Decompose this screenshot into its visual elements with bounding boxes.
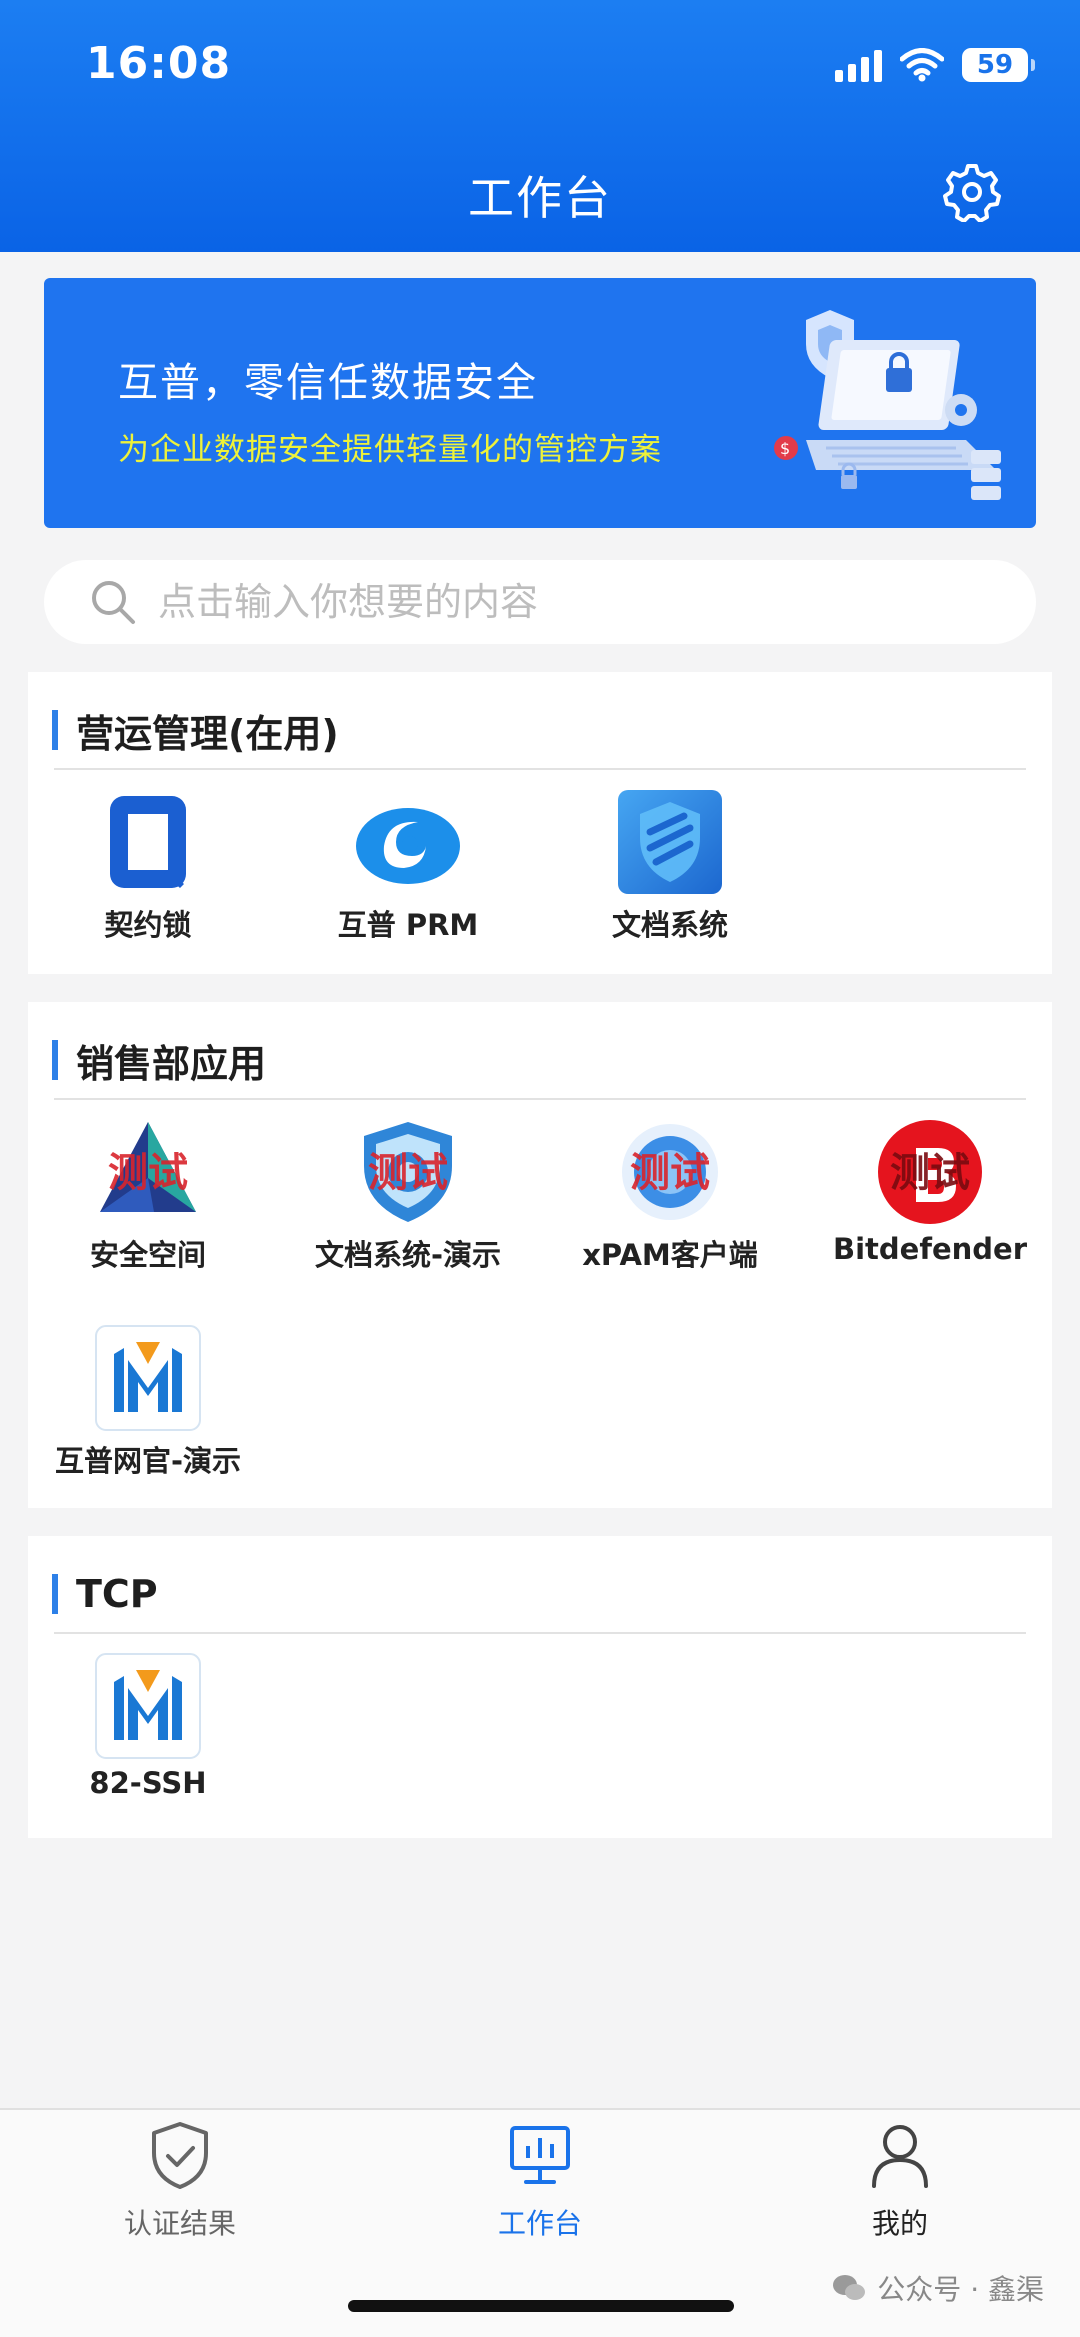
test-badge: 测试 <box>108 1150 188 1196</box>
section-title: 营运管理(在用) <box>76 711 339 756</box>
page-title: 工作台 <box>468 171 612 225</box>
banner-subtitle: 为企业数据安全提供轻量化的管控方案 <box>118 432 662 468</box>
wifi-icon <box>900 48 944 82</box>
app-label: 安全空间 <box>89 1238 206 1272</box>
test-badge: 测试 <box>890 1150 970 1196</box>
status-time: 16:08 <box>86 38 232 89</box>
app-label: 互普 PRM <box>337 908 479 942</box>
triangle-logo-icon: 测试 <box>94 1118 202 1226</box>
app-bitdefender[interactable]: 测试 Bitdefender <box>830 1118 1030 1266</box>
section-tcp: TCP 82-SSH <box>28 1536 1052 1838</box>
app-label: 文档系统-演示 <box>314 1238 502 1272</box>
app-label: 互普网官-演示 <box>54 1444 242 1478</box>
search-icon <box>92 581 135 624</box>
tab-auth-results[interactable]: 认证结果 <box>70 2110 290 2242</box>
shield-check-icon <box>152 2122 208 2189</box>
status-icons: 59 <box>835 48 1035 82</box>
shield-logo-icon: 测试 <box>354 1118 462 1226</box>
test-badge: 测试 <box>368 1150 448 1196</box>
tab-workbench[interactable]: 工作台 <box>430 2110 650 2242</box>
section-accent-bar <box>52 1040 58 1080</box>
section-header: 营运管理(在用) <box>52 708 339 756</box>
section-title: 销售部应用 <box>76 1041 267 1086</box>
search-input[interactable] <box>158 580 958 624</box>
section-operations: 营运管理(在用) 契约锁 互普 PRM 文档系统 <box>28 672 1052 974</box>
app-xpam-client[interactable]: 测试 xPAM客户端 <box>570 1118 770 1274</box>
contract-lock-icon <box>94 788 202 896</box>
app-label: 契约锁 <box>104 908 192 942</box>
app-hupu-gateway-demo[interactable]: 互普网官-演示 <box>48 1324 248 1480</box>
section-header: TCP <box>52 1572 158 1616</box>
header: 16:08 59 工作台 <box>0 0 1080 252</box>
battery-icon: 59 <box>962 48 1035 82</box>
person-icon <box>872 2125 928 2188</box>
section-divider <box>54 1098 1026 1100</box>
app-label: xPAM客户端 <box>582 1238 758 1272</box>
app-label: 82-SSH <box>89 1766 207 1800</box>
section-sales: 销售部应用 测试 安全空间 测试 文档系统-演示 测试 xPAM客户端 测试 B… <box>28 1002 1052 1508</box>
test-badge: 测试 <box>630 1150 710 1196</box>
m-logo-icon <box>94 1324 202 1432</box>
app-prm[interactable]: 互普 PRM <box>308 788 508 944</box>
prm-swirl-icon <box>354 788 462 896</box>
section-accent-bar <box>52 710 58 750</box>
app-label: 文档系统 <box>611 908 728 942</box>
tab-profile[interactable]: 我的 <box>790 2110 1010 2242</box>
app-label: Bitdefender <box>833 1232 1027 1266</box>
app-document-system[interactable]: 文档系统 <box>570 788 770 944</box>
security-laptop-illustration: $ <box>774 310 1001 500</box>
watermark-text: 公众号 · 鑫渠 <box>877 2273 1044 2306</box>
app-contract-lock[interactable]: 契约锁 <box>48 788 248 944</box>
app-document-system-demo[interactable]: 测试 文档系统-演示 <box>308 1118 508 1274</box>
bitdefender-logo-icon: 测试 <box>876 1118 984 1226</box>
m-logo-icon <box>94 1652 202 1760</box>
section-divider <box>54 768 1026 770</box>
document-shield-icon <box>616 788 724 896</box>
promo-banner[interactable]: 互普，零信任数据安全 为企业数据安全提供轻量化的管控方案 $ <box>44 278 1036 528</box>
section-header: 销售部应用 <box>52 1038 266 1086</box>
app-secure-space[interactable]: 测试 安全空间 <box>48 1118 248 1274</box>
wechat-icon <box>833 2275 866 2300</box>
svg-text:$: $ <box>780 439 790 458</box>
tab-label: 工作台 <box>497 2207 582 2240</box>
banner-title: 互普，零信任数据安全 <box>118 360 538 406</box>
tab-label: 我的 <box>871 2207 928 2240</box>
section-divider <box>54 1632 1026 1634</box>
settings-gear-icon[interactable] <box>942 162 1002 222</box>
xpam-logo-icon: 测试 <box>616 1118 724 1226</box>
section-accent-bar <box>52 1574 58 1614</box>
tab-label: 认证结果 <box>123 2207 236 2240</box>
dashboard-icon <box>510 2126 570 2184</box>
search-bar[interactable] <box>44 560 1036 644</box>
watermark: 公众号 · 鑫渠 <box>831 2268 1044 2308</box>
app-82-ssh[interactable]: 82-SSH <box>48 1652 248 1800</box>
signal-icon <box>835 48 882 82</box>
home-indicator <box>348 2300 734 2312</box>
section-title: TCP <box>76 1572 158 1616</box>
